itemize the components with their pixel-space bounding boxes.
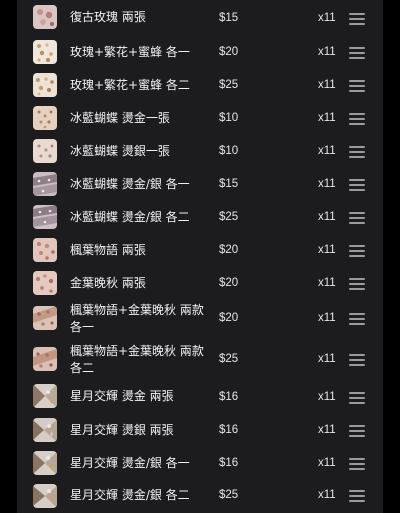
thumbnail-image xyxy=(33,306,57,330)
drag-handle-icon[interactable] xyxy=(349,425,365,437)
list-item[interactable]: 楓葉物語+金葉晚秋 兩款各一 $20 x11 xyxy=(17,300,383,337)
item-name: 冰藍蝴蝶 燙銀一張 xyxy=(70,144,170,158)
thumbnail-image xyxy=(33,5,57,29)
item-quantity: x11 xyxy=(318,277,336,289)
item-name: 冰藍蝴蝶 燙金/銀 各一 xyxy=(70,177,190,191)
product-list-panel: 復古玫瑰 兩張 $15 x11 玫瑰+繁花+蜜蜂 各一 $20 x11 玫瑰+繁… xyxy=(17,0,383,513)
item-price: $20 xyxy=(219,244,239,256)
item-quantity: x11 xyxy=(318,244,336,256)
drag-handle-icon[interactable] xyxy=(349,146,365,158)
drag-handle-icon[interactable] xyxy=(349,458,365,470)
list-item[interactable]: 楓葉物語+金葉晚秋 兩款各二 $25 x11 xyxy=(17,341,383,378)
item-quantity: x11 xyxy=(318,79,336,91)
item-name: 金葉晚秋 兩張 xyxy=(70,276,146,290)
item-price: $16 xyxy=(219,391,239,403)
item-price: $25 xyxy=(219,489,239,501)
thumbnail-image xyxy=(33,271,57,295)
item-price: $25 xyxy=(219,79,239,91)
item-quantity: x11 xyxy=(318,391,336,403)
thumbnail-image xyxy=(33,384,57,408)
item-price: $15 xyxy=(219,178,239,190)
item-price: $25 xyxy=(219,353,239,365)
item-price: $25 xyxy=(219,211,239,223)
item-name: 星月交輝 燙銀 兩張 xyxy=(70,423,174,437)
item-quantity: x11 xyxy=(318,178,336,190)
item-quantity: x11 xyxy=(318,211,336,223)
item-name: 復古玫瑰 兩張 xyxy=(70,10,146,24)
item-quantity: x11 xyxy=(318,46,336,58)
drag-handle-icon[interactable] xyxy=(349,80,365,92)
thumbnail-image xyxy=(33,106,57,130)
drag-handle-icon[interactable] xyxy=(349,113,365,125)
drag-handle-icon[interactable] xyxy=(349,47,365,59)
list-item[interactable]: 星月交輝 燙銀 兩張 $16 x11 xyxy=(17,415,383,448)
thumbnail-image xyxy=(33,347,57,371)
item-name: 冰藍蝴蝶 燙金/銀 各二 xyxy=(70,210,190,224)
item-price: $20 xyxy=(219,312,239,324)
thumbnail-image xyxy=(33,139,57,163)
item-name: 冰藍蝴蝶 燙金一張 xyxy=(70,111,170,125)
item-price: $20 xyxy=(219,277,239,289)
thumbnail-image xyxy=(33,73,57,97)
drag-handle-icon[interactable] xyxy=(349,179,365,191)
thumbnail-image xyxy=(33,238,57,262)
drag-handle-icon[interactable] xyxy=(349,490,365,502)
item-quantity: x11 xyxy=(318,145,336,157)
drag-handle-icon[interactable] xyxy=(349,354,365,366)
item-quantity: x11 xyxy=(318,457,336,469)
item-quantity: x11 xyxy=(318,112,336,124)
item-name: 玫瑰+繁花+蜜蜂 各一 xyxy=(70,45,190,59)
list-item[interactable]: 金葉晚秋 兩張 $20 x11 xyxy=(17,267,383,300)
item-price: $16 xyxy=(219,424,239,436)
thumbnail-image xyxy=(33,205,57,229)
list-item[interactable]: 星月交輝 燙金 兩張 $16 x11 xyxy=(17,382,383,415)
item-name: 玫瑰+繁花+蜜蜂 各二 xyxy=(70,78,190,92)
item-quantity: x11 xyxy=(318,489,336,501)
item-name: 星月交輝 燙金/銀 各二 xyxy=(70,488,190,502)
item-quantity: x11 xyxy=(318,353,336,365)
item-name: 星月交輝 燙金/銀 各一 xyxy=(70,456,190,470)
item-quantity: x11 xyxy=(318,312,336,324)
thumbnail-image xyxy=(33,484,57,508)
item-name: 楓葉物語+金葉晚秋 兩款各二 xyxy=(70,344,204,375)
drag-handle-icon[interactable] xyxy=(349,313,365,325)
item-price: $10 xyxy=(219,112,239,124)
drag-handle-icon[interactable] xyxy=(349,245,365,257)
item-name: 楓葉物語 兩張 xyxy=(70,243,146,257)
list-item[interactable]: 星月交輝 燙金/銀 各二 $25 x11 xyxy=(17,481,383,513)
list-item[interactable]: 冰藍蝴蝶 燙金/銀 各一 $15 x11 xyxy=(17,168,383,201)
list-item[interactable]: 玫瑰+繁花+蜜蜂 各二 $25 x11 xyxy=(17,69,383,102)
item-name: 星月交輝 燙金 兩張 xyxy=(70,389,174,403)
list-item[interactable]: 冰藍蝴蝶 燙金一張 $10 x11 xyxy=(17,102,383,135)
drag-handle-icon[interactable] xyxy=(349,278,365,290)
item-price: $20 xyxy=(219,46,239,58)
item-price: $16 xyxy=(219,457,239,469)
list-item[interactable]: 冰藍蝴蝶 燙銀一張 $10 x11 xyxy=(17,135,383,168)
item-quantity: x11 xyxy=(318,12,336,24)
item-price: $15 xyxy=(219,12,239,24)
thumbnail-image xyxy=(33,172,57,196)
thumbnail-image xyxy=(33,40,57,64)
item-price: $10 xyxy=(219,145,239,157)
list-item[interactable]: 楓葉物語 兩張 $20 x11 xyxy=(17,234,383,267)
drag-handle-icon[interactable] xyxy=(349,212,365,224)
item-name: 楓葉物語+金葉晚秋 兩款各一 xyxy=(70,303,204,334)
thumbnail-image xyxy=(33,418,57,442)
item-quantity: x11 xyxy=(318,424,336,436)
list-item[interactable]: 玫瑰+繁花+蜜蜂 各一 $20 x11 xyxy=(17,36,383,69)
drag-handle-icon[interactable] xyxy=(349,13,365,25)
thumbnail-image xyxy=(33,451,57,475)
list-item[interactable]: 冰藍蝴蝶 燙金/銀 各二 $25 x11 xyxy=(17,201,383,234)
list-item[interactable]: 星月交輝 燙金/銀 各一 $16 x11 xyxy=(17,448,383,481)
drag-handle-icon[interactable] xyxy=(349,392,365,404)
list-item[interactable]: 復古玫瑰 兩張 $15 x11 xyxy=(17,0,383,33)
